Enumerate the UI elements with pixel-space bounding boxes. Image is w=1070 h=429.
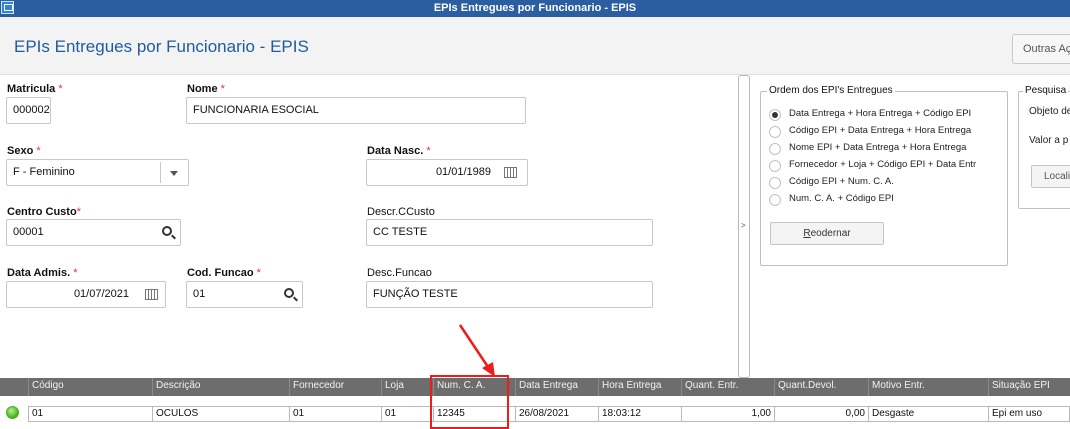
splitter-arrow-icon: > bbox=[741, 221, 746, 230]
matricula-label: Matricula * bbox=[7, 83, 63, 95]
data-admis-field[interactable]: 01/07/2021 bbox=[6, 281, 166, 308]
calendar-icon[interactable] bbox=[145, 289, 158, 300]
sort-order-group: Ordem dos EPI's Entregues Data Entrega +… bbox=[760, 85, 1008, 266]
data-admis-value: 01/07/2021 bbox=[73, 288, 129, 300]
column-header[interactable]: Descrição bbox=[152, 378, 289, 396]
sort-order-title: Ordem dos EPI's Entregues bbox=[767, 85, 895, 96]
column-header[interactable]: Fornecedor bbox=[289, 378, 381, 396]
cell-hora-entrega[interactable]: 18:03:12 bbox=[598, 406, 681, 422]
sort-option-radio[interactable]: Código EPI + Num. C. A. bbox=[769, 176, 999, 190]
search-group: Pesquisa Objeto de Valor a p Locali bbox=[1018, 85, 1070, 209]
cod-funcao-value: 01 bbox=[193, 288, 206, 300]
radio-icon bbox=[769, 160, 781, 172]
status-indicator-icon bbox=[6, 406, 19, 419]
column-header[interactable]: Loja bbox=[381, 378, 433, 396]
radio-icon bbox=[769, 109, 781, 121]
column-header[interactable]: Quant. Entr. bbox=[681, 378, 774, 396]
sort-option-radio[interactable]: Num. C. A. + Código EPI bbox=[769, 193, 999, 207]
sexo-select[interactable]: F - Feminino bbox=[6, 159, 189, 186]
nome-field[interactable]: FUNCIONARIA ESOCIAL bbox=[186, 97, 526, 124]
window-title: EPIs Entregues por Funcionario - EPIS bbox=[433, 2, 637, 14]
descr-ccusto-field[interactable]: CC TESTE bbox=[366, 219, 653, 246]
radio-icon bbox=[769, 126, 781, 138]
cell-loja[interactable]: 01 bbox=[381, 406, 433, 422]
dropdown-separator bbox=[160, 162, 161, 183]
employee-form: Matricula * 000002 Nome * FUNCIONARIA ES… bbox=[0, 75, 738, 378]
calendar-icon[interactable] bbox=[504, 167, 517, 178]
cell-data-entrega[interactable]: 26/08/2021 bbox=[515, 406, 598, 422]
cell-quant-devol[interactable]: 0,00 bbox=[774, 406, 868, 422]
grid-header: Código Descrição Fornecedor Loja Num. C.… bbox=[0, 378, 1070, 396]
data-nasc-value: 01/01/1989 bbox=[435, 166, 491, 178]
data-admis-label: Data Admis. * bbox=[7, 267, 78, 279]
annotation-arrow-icon bbox=[458, 324, 495, 377]
column-header[interactable]: Hora Entrega bbox=[598, 378, 681, 396]
data-nasc-label: Data Nasc. * bbox=[367, 145, 431, 157]
sexo-value: F - Feminino bbox=[13, 166, 75, 178]
cell-quant-entr[interactable]: 1,00 bbox=[681, 406, 774, 422]
matricula-field[interactable]: 000002 bbox=[6, 97, 51, 124]
annotation-highlight-box bbox=[430, 375, 509, 429]
column-header[interactable]: Data Entrega bbox=[515, 378, 598, 396]
search-icon[interactable] bbox=[284, 288, 294, 298]
radio-icon bbox=[769, 143, 781, 155]
cell-situacao-epi[interactable]: Epi em uso bbox=[988, 406, 1070, 422]
sexo-label: Sexo * bbox=[7, 145, 41, 157]
radio-icon bbox=[769, 177, 781, 189]
reorder-button[interactable]: Reodernar bbox=[770, 222, 884, 245]
sort-option-radio[interactable]: Código EPI + Data Entrega + Hora Entrega bbox=[769, 125, 999, 139]
window-titlebar: EPIs Entregues por Funcionario - EPIS bbox=[0, 0, 1070, 17]
desc-funcao-field[interactable]: FUNÇÃO TESTE bbox=[366, 281, 653, 308]
search-group-title: Pesquisa bbox=[1023, 85, 1069, 96]
search-value-label: Valor a p bbox=[1029, 135, 1069, 146]
centro-custo-label: Centro Custo* bbox=[7, 206, 81, 218]
desc-funcao-label: Desc.Funcao bbox=[367, 267, 432, 279]
sort-option-radio[interactable]: Fornecedor + Loja + Código EPI + Data En… bbox=[769, 159, 999, 173]
panel-splitter[interactable]: > bbox=[738, 75, 750, 378]
descr-ccusto-label: Descr.CCusto bbox=[367, 206, 435, 218]
column-header[interactable]: Motivo Entr. bbox=[868, 378, 988, 396]
sort-option-radio[interactable]: Nome EPI + Data Entrega + Hora Entrega bbox=[769, 142, 999, 156]
data-nasc-field[interactable]: 01/01/1989 bbox=[366, 159, 528, 186]
radio-icon bbox=[769, 194, 781, 206]
chevron-down-icon[interactable] bbox=[170, 171, 178, 176]
nome-label: Nome * bbox=[187, 83, 225, 95]
page-title: EPIs Entregues por Funcionario - EPIS bbox=[14, 37, 309, 56]
cod-funcao-label: Cod. Funcao * bbox=[187, 267, 261, 279]
cell-fornecedor[interactable]: 01 bbox=[289, 406, 381, 422]
search-icon[interactable] bbox=[162, 226, 172, 236]
column-header[interactable]: Código bbox=[28, 378, 152, 396]
centro-custo-field[interactable]: 00001 bbox=[6, 219, 181, 246]
column-header[interactable]: Quant.Devol. bbox=[774, 378, 868, 396]
cell-codigo[interactable]: 01 bbox=[28, 406, 152, 422]
search-object-label: Objeto de bbox=[1029, 106, 1070, 117]
locate-button[interactable]: Locali bbox=[1031, 165, 1070, 188]
cod-funcao-field[interactable]: 01 bbox=[186, 281, 303, 308]
cell-descricao[interactable]: OCULOS bbox=[152, 406, 289, 422]
column-header[interactable]: Situação EPI bbox=[988, 378, 1070, 396]
centro-custo-value: 00001 bbox=[13, 226, 44, 238]
window-icon bbox=[1, 1, 14, 14]
sort-option-radio[interactable]: Data Entrega + Hora Entrega + Código EPI bbox=[769, 108, 999, 122]
page-header: EPIs Entregues por Funcionario - EPIS Ou… bbox=[0, 17, 1070, 75]
cell-motivo-entr[interactable]: Desgaste bbox=[868, 406, 988, 422]
more-actions-button[interactable]: Outras Ações bbox=[1012, 34, 1070, 64]
